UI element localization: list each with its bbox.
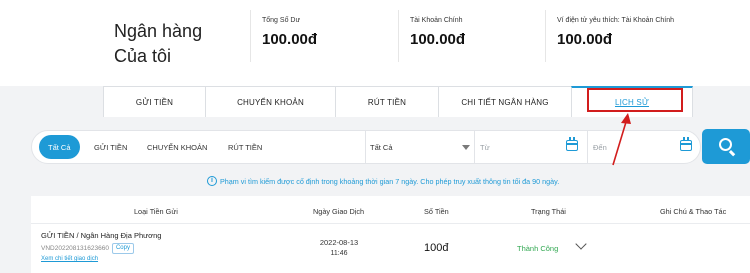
transaction-ref: VND202208131623660 Copy xyxy=(41,243,134,254)
history-tab-highlight xyxy=(587,88,683,112)
balance-value: 100.00đ xyxy=(557,31,613,48)
balance-label: Tổng Số Dư xyxy=(262,17,301,24)
caret-down-icon xyxy=(462,145,470,150)
transaction-detail-link[interactable]: Xem chi tiết giao dịch xyxy=(41,256,98,262)
tab-label: CHUYỂN KHOẢN xyxy=(237,97,304,107)
search-icon xyxy=(719,138,732,151)
column-header-date: Ngày Giao Dịch xyxy=(313,207,365,216)
calendar-icon[interactable] xyxy=(680,137,692,151)
status-select-value: Tất Cả xyxy=(370,142,393,152)
filter-chip-withdraw[interactable]: RÚT TIỀN xyxy=(228,135,262,159)
notice-text: Phạm vi tìm kiếm được cố định trong khoả… xyxy=(220,176,560,186)
transaction-amount: 100đ xyxy=(424,242,449,254)
page-title: Ngân hàng Của tôi xyxy=(114,19,202,69)
calendar-icon[interactable] xyxy=(566,137,578,151)
tab-label: RÚT TIỀN xyxy=(367,97,407,107)
filter-chip-all[interactable]: Tất Cả xyxy=(39,135,80,159)
account-header: Ngân hàng Của tôi Tổng Số Dư 100.00đ Tài… xyxy=(0,0,750,86)
balance-value: 100.00đ xyxy=(410,31,466,48)
transaction-date: 2022-08-13 xyxy=(319,238,359,247)
date-to-field[interactable]: Đến xyxy=(587,131,701,163)
search-button[interactable] xyxy=(702,129,750,164)
tab-deposit[interactable]: GỬI TIỀN xyxy=(103,86,206,117)
filter-chip-deposit[interactable]: GỬI TIỀN xyxy=(94,135,127,159)
divider xyxy=(398,10,399,62)
date-from-placeholder: Từ xyxy=(480,142,490,152)
filter-chip-transfer[interactable]: CHUYỂN KHOẢN xyxy=(147,135,207,159)
transaction-type: GỬI TIỀN / Ngân Hàng Địa Phương xyxy=(41,231,162,240)
copy-button[interactable]: Copy xyxy=(111,243,134,254)
column-header-status: Trạng Thái xyxy=(531,207,566,216)
balance-label: Ví điện tử yêu thích: Tài Khoản Chính xyxy=(557,17,675,24)
page-title-line1: Ngân hàng xyxy=(114,21,203,41)
transaction-time: 11:46 xyxy=(330,250,348,257)
divider xyxy=(250,10,251,62)
page-title-line2: Của tôi xyxy=(114,46,172,66)
date-from-field[interactable]: Từ xyxy=(474,131,587,163)
tab-bank-details[interactable]: CHI TIẾT NGÂN HÀNG xyxy=(438,86,572,117)
balance-value: 100.00đ xyxy=(262,31,318,48)
balance-label: Tài Khoản Chính xyxy=(410,17,463,24)
search-range-notice: i Phạm vi tìm kiếm được cố định trong kh… xyxy=(207,176,559,186)
column-header-type: Loại Tiền Gửi xyxy=(134,207,178,216)
transaction-status: Thành Công xyxy=(517,244,559,253)
status-select[interactable]: Tất Cả xyxy=(365,131,474,163)
divider xyxy=(31,223,750,224)
divider xyxy=(545,10,546,62)
tab-label: CHI TIẾT NGÂN HÀNG xyxy=(461,97,549,107)
date-to-placeholder: Đến xyxy=(593,142,607,152)
tab-withdraw[interactable]: RÚT TIỀN xyxy=(335,86,439,117)
transaction-ref-value: VND202208131623660 xyxy=(41,245,109,252)
column-header-amount: Số Tiền xyxy=(424,207,449,216)
tab-transfer[interactable]: CHUYỂN KHOẢN xyxy=(205,86,336,117)
info-icon: i xyxy=(207,176,217,186)
tab-label: GỬI TIỀN xyxy=(135,97,174,107)
column-header-notes-actions: Ghi Chú & Thao Tác xyxy=(660,207,727,216)
